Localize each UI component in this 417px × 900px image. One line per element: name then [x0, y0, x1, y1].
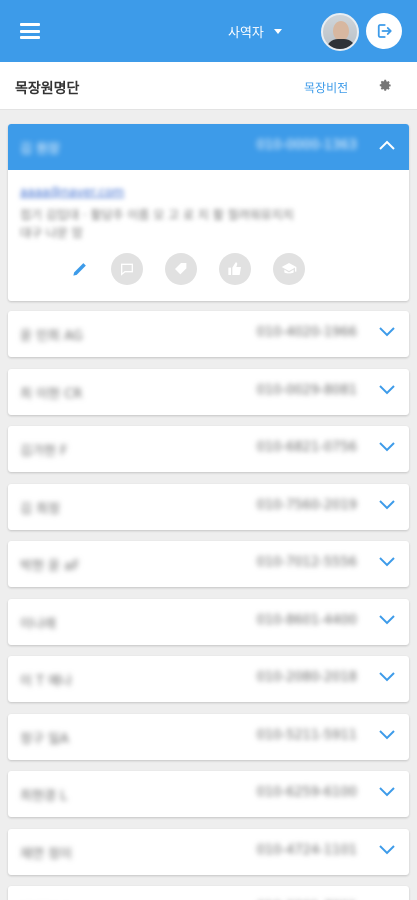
member-phone[interactable]: 010-7012-5556: [257, 555, 357, 570]
hamburger-icon[interactable]: [20, 23, 40, 39]
member-row[interactable]: 박현 윤 aF 010-7012-5556: [8, 541, 409, 587]
member-name: 김가현 F: [20, 444, 68, 459]
chevron-down-icon[interactable]: [379, 730, 395, 740]
member-row[interactable]: 윤 민희 AG 010-4020-1966: [8, 311, 409, 357]
chevron-down-icon[interactable]: [379, 442, 395, 452]
avatar[interactable]: [321, 13, 359, 51]
member-phone[interactable]: 010-4020-1966: [257, 325, 357, 340]
member-phone[interactable]: 010-5211-5911: [257, 728, 357, 743]
member-row[interactable]: 재연 정이 010-4724-1101: [8, 829, 409, 875]
vision-link[interactable]: 목장비전: [304, 79, 348, 96]
chevron-down-icon[interactable]: [379, 615, 395, 625]
logout-icon: [377, 24, 392, 38]
caret-down-icon: [273, 29, 282, 34]
chevron-down-icon[interactable]: [379, 557, 395, 567]
member-card[interactable]: 박현 윤 aF 010-7012-5556: [8, 541, 409, 587]
member-card[interactable]: 이나래 010-8601-4400: [8, 599, 409, 645]
member-card[interactable]: 이 현수 L010-2201-7321: [8, 886, 409, 900]
member-name: 재연 정이: [20, 847, 72, 862]
member-name: 윤 민희 AG: [20, 329, 83, 344]
tag-button[interactable]: [165, 253, 197, 285]
member-name: 이 T 예나: [20, 674, 73, 689]
member-card[interactable]: 재연 정이 010-4724-1101: [8, 829, 409, 875]
member-name: 김 원장: [20, 142, 61, 157]
member-phone[interactable]: 010-0000-1363: [257, 138, 357, 153]
member-phone[interactable]: 010-4724-1101: [257, 843, 357, 858]
chevron-down-icon[interactable]: [379, 845, 395, 855]
member-details: aaaa@naver.com 접기 김입대 · 활담주 이름 모 고 로 지 활…: [8, 170, 409, 301]
thumbs-up-icon: [228, 262, 241, 275]
member-name: 최현경 L: [20, 789, 68, 804]
member-phone[interactable]: 010-2080-2018: [257, 670, 357, 685]
member-name: 최 이현 CR: [20, 387, 83, 402]
member-card[interactable]: 최현경 L 010-6259-6100: [8, 771, 409, 817]
chat-button[interactable]: [111, 253, 143, 285]
like-button[interactable]: [219, 253, 251, 285]
page-title: 목장원명단: [15, 81, 80, 97]
member-row[interactable]: 최현경 L 010-6259-6100: [8, 771, 409, 817]
member-card[interactable]: 정구 일A 010-5211-5911: [8, 714, 409, 760]
member-row[interactable]: 이나래 010-8601-4400: [8, 599, 409, 645]
member-card[interactable]: 김 희정 010-7560-2019: [8, 484, 409, 530]
member-card[interactable]: 김가현 F 010-6821-0756: [8, 426, 409, 472]
member-row[interactable]: 정구 일A 010-5211-5911: [8, 714, 409, 760]
chevron-down-icon[interactable]: [379, 672, 395, 682]
chevron-down-icon[interactable]: [379, 327, 395, 337]
member-card-header[interactable]: 김 원장 010-0000-1363: [8, 124, 409, 170]
member-card[interactable]: 최 이현 CR 010-0029-8081: [8, 369, 409, 415]
member-phone[interactable]: 010-0029-8081: [257, 383, 357, 398]
member-row[interactable]: 이 T 예나 010-2080-2018: [8, 656, 409, 702]
member-phone[interactable]: 010-7560-2019: [257, 498, 357, 513]
member-card[interactable]: 이 T 예나 010-2080-2018: [8, 656, 409, 702]
chevron-down-icon[interactable]: [379, 385, 395, 395]
member-name: 이나래: [20, 617, 56, 632]
member-row[interactable]: 김 희정 010-7560-2019: [8, 484, 409, 530]
role-selector[interactable]: 사역자: [228, 22, 282, 41]
member-name: 김 희정: [20, 502, 61, 517]
role-label: 사역자: [228, 26, 264, 41]
member-email[interactable]: aaaa@naver.com: [20, 185, 124, 199]
logout-button[interactable]: [366, 13, 402, 49]
member-note: 접기 김입대 · 활담주 이름 모 고 로 지 활 절려워뮤지치 대구 나문 맘: [20, 208, 294, 240]
graduation-cap-icon: [281, 263, 297, 274]
chevron-down-icon[interactable]: [379, 500, 395, 510]
member-actions: [8, 253, 409, 287]
tag-icon: [175, 263, 187, 275]
chat-icon: [121, 263, 133, 276]
gear-icon[interactable]: [379, 79, 393, 93]
member-name: 박현 윤 aF: [20, 559, 80, 574]
member-name: 정구 일A: [20, 732, 69, 747]
chevron-up-icon[interactable]: [379, 140, 395, 150]
pencil-icon[interactable]: [70, 259, 90, 279]
education-button[interactable]: [273, 253, 305, 285]
chevron-down-icon[interactable]: [379, 787, 395, 797]
subheader: 목장원명단 목장비전: [0, 62, 417, 110]
member-phone[interactable]: 010-8601-4400: [257, 613, 357, 628]
member-card[interactable]: 윤 민희 AG 010-4020-1966: [8, 311, 409, 357]
member-phone[interactable]: 010-6259-6100: [257, 785, 357, 800]
member-row[interactable]: 김가현 F 010-6821-0756: [8, 426, 409, 472]
member-row[interactable]: 최 이현 CR 010-0029-8081: [8, 369, 409, 415]
member-card-expanded[interactable]: 김 원장 010-0000-1363 aaaa@naver.com 접기 김입대…: [8, 124, 409, 301]
top-app-bar: 사역자: [0, 0, 417, 62]
member-row[interactable]: 이 현수 L010-2201-7321: [8, 886, 409, 900]
member-phone[interactable]: 010-6821-0756: [257, 440, 357, 455]
